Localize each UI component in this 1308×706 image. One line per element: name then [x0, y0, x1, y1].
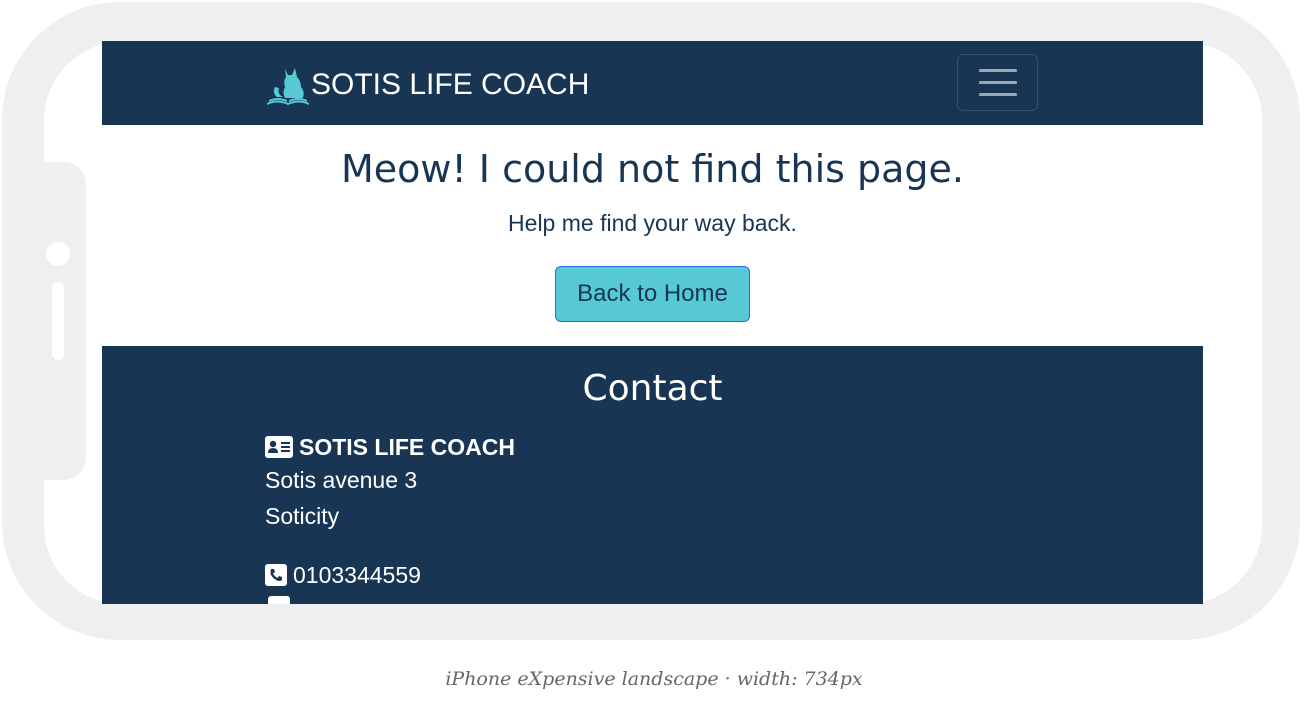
cat-on-book-icon — [267, 68, 309, 105]
contact-title: Contact — [582, 368, 723, 409]
hamburger-line — [978, 81, 1017, 84]
device-preview: SOTIS LIFE COACH Meow! I could not find … — [0, 0, 1308, 706]
phone-line[interactable]: 0103344559 — [265, 560, 965, 590]
phone-speaker — [52, 282, 64, 360]
hamburger-line — [978, 93, 1017, 96]
footer: Contact SOTIS LIFE COACH Sotis avenue 3 … — [102, 346, 1203, 604]
device-caption: iPhone eXpensive landscape · width: 734p… — [445, 668, 863, 690]
phone-number[interactable]: 0103344559 — [293, 562, 421, 589]
page-title: Meow! I could not find this page. — [340, 147, 964, 191]
company-line: SOTIS LIFE COACH — [265, 432, 965, 462]
phone-camera — [46, 242, 70, 266]
contact-details: SOTIS LIFE COACH Sotis avenue 3 Soticity… — [265, 432, 965, 604]
site-viewport[interactable]: SOTIS LIFE COACH Meow! I could not find … — [102, 41, 1203, 604]
id-card-icon — [265, 436, 293, 458]
envelope-icon — [268, 596, 290, 604]
error-section: Meow! I could not find this page. Help m… — [102, 125, 1203, 346]
brand-link[interactable]: SOTIS LIFE COACH — [265, 63, 589, 107]
back-to-home-button[interactable]: Back to Home — [555, 266, 750, 322]
company-name: SOTIS LIFE COACH — [299, 433, 515, 460]
hamburger-menu-icon[interactable] — [957, 54, 1038, 111]
brand-name: SOTIS LIFE COACH — [311, 68, 590, 101]
address-city: Soticity — [265, 503, 340, 529]
hamburger-line — [978, 69, 1017, 72]
page-subtitle: Help me find your way back. — [508, 210, 797, 236]
navbar: SOTIS LIFE COACH — [102, 41, 1203, 125]
address-street: Sotis avenue 3 — [265, 467, 418, 493]
email-line[interactable] — [265, 592, 965, 604]
phone-notch — [2, 162, 86, 480]
phone-icon — [265, 564, 287, 586]
